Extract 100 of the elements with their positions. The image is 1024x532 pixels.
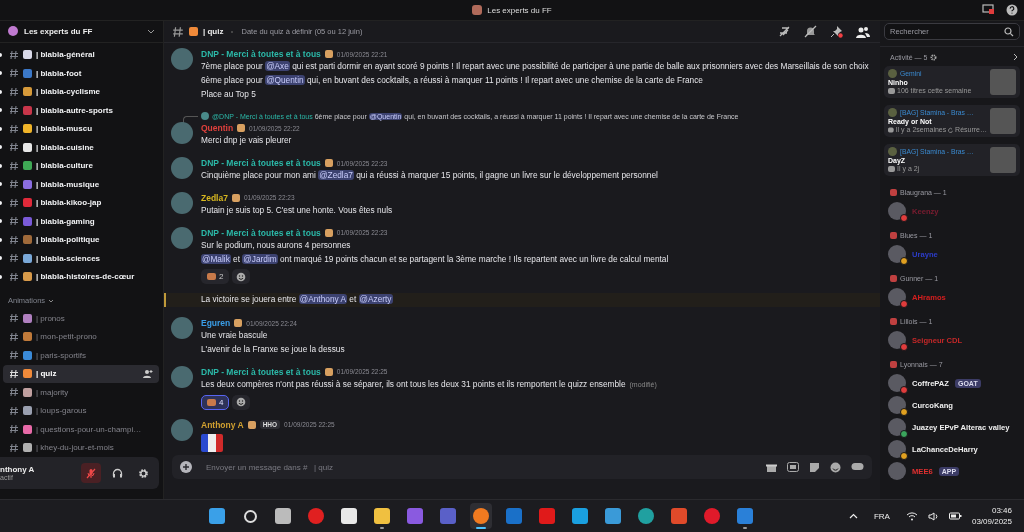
server-header[interactable]: Les experts du FF (0, 21, 163, 43)
user-mention[interactable]: @Axe (265, 61, 290, 71)
chevron-up-icon[interactable] (848, 513, 858, 519)
channel-item[interactable]: | blabla-sciences (0, 249, 159, 268)
channel-item[interactable]: | majority (0, 383, 159, 402)
role-icon (324, 228, 333, 237)
user-mention[interactable]: @Jardim (242, 253, 278, 264)
role-icon (324, 159, 333, 168)
role-icon (890, 318, 897, 325)
settings-icon[interactable] (930, 53, 938, 61)
channel-item[interactable]: | blabla-foot (0, 64, 159, 83)
hash-icon (9, 331, 19, 342)
add-member-icon[interactable] (143, 369, 153, 379)
channel-item[interactable]: | blabla-gaming (0, 212, 159, 231)
message-input[interactable]: Envoyer un message dans # | quiz (202, 462, 756, 472)
hash-icon (9, 442, 19, 453)
user-mention[interactable]: @Quentin (265, 74, 305, 85)
taskbar-app-button[interactable] (470, 503, 492, 529)
channel-item[interactable]: | blabla-général (0, 45, 159, 65)
avatar[interactable] (171, 157, 193, 180)
channel-item[interactable]: | pronos (0, 309, 159, 328)
author-name[interactable]: Anthony A (201, 419, 244, 430)
author-name[interactable]: Zedla7 (201, 193, 228, 203)
channel-item[interactable]: | blabla-histoires-de-cœur (0, 267, 159, 287)
hash-icon (9, 160, 19, 171)
hash-icon (9, 105, 19, 116)
members-icon[interactable] (856, 25, 870, 38)
hash-icon (9, 313, 19, 324)
gif-icon[interactable] (787, 462, 799, 472)
help-icon[interactable] (1006, 4, 1018, 16)
channel-item[interactable]: | questions-pour-un-champi… (0, 420, 159, 439)
channel-item[interactable]: | blabla-cuisine (0, 138, 159, 157)
avatar[interactable] (171, 317, 193, 340)
channel-item[interactable]: | blabla-muscu (0, 119, 159, 139)
channel-item[interactable]: | mon-petit-prono (0, 327, 159, 347)
author-name[interactable]: Eguren (201, 318, 231, 329)
speaker-icon[interactable] (927, 511, 939, 521)
avatar[interactable] (171, 192, 193, 214)
channel-item[interactable]: | blabla-culture (0, 156, 159, 176)
hash-icon (9, 49, 19, 60)
settings-icon (137, 467, 149, 479)
battery-icon[interactable] (948, 512, 962, 520)
message-text: Place au Top 5 (201, 87, 257, 101)
reaction-button[interactable]: 4 (201, 394, 230, 410)
channel-item[interactable]: | blabla-cyclisme (0, 82, 159, 102)
message-text: 6ème place pour @Quentin qui, en buvant des cocktails, a réussi à marquer 11 points ! Il repart avec une chemise de la carte de France (201, 73, 704, 87)
message-text: Une vraie bascule (201, 329, 269, 343)
app-icon (440, 508, 456, 524)
user-mention[interactable]: @Zedla7 (318, 170, 354, 181)
sticker-icon[interactable] (809, 461, 820, 473)
user-mention[interactable]: @Malik (201, 253, 231, 264)
app-icon (671, 508, 687, 524)
channel-item[interactable]: | loups-garous (0, 401, 159, 421)
app-icon (539, 508, 555, 524)
threads-icon[interactable] (778, 25, 791, 38)
cover-art-placeholder (990, 147, 1016, 173)
avatar (888, 147, 897, 156)
avatar[interactable] (171, 122, 193, 145)
channel-item[interactable]: | blabla-autre-sports (0, 101, 159, 120)
message-text: Cinquième place pour mon ami @Zedla7 qui a réussi à marquer 15 points, il gagne un livre sur le développement personnel (201, 169, 659, 183)
window-title: Les experts du FF (487, 5, 552, 15)
reaction-button[interactable]: 2 (201, 269, 230, 285)
search-icon (1004, 27, 1014, 37)
channel-item[interactable]: | blabla-politique (0, 230, 159, 250)
app-icon (506, 508, 522, 524)
channel-item[interactable]: | khey-du-jour-et-mois (0, 438, 159, 458)
author-name[interactable]: DNP - Merci à toutes et à tous (201, 227, 321, 238)
avatar[interactable] (171, 226, 193, 249)
user-mention[interactable]: @Azerty (358, 294, 393, 305)
avatar[interactable] (171, 48, 193, 70)
author-name[interactable]: Quentin (201, 123, 234, 134)
channel-item[interactable]: | paris-sportifs (0, 346, 159, 365)
bell-muted-icon[interactable] (804, 25, 817, 38)
emoji-icon[interactable] (830, 461, 841, 473)
channel-item[interactable]: | blabla-musique (0, 175, 159, 194)
user-mention[interactable]: @Anthony A (298, 294, 348, 305)
hash-icon (9, 271, 19, 282)
avatar[interactable] (171, 365, 193, 388)
gamepad-icon[interactable] (851, 462, 864, 472)
add-reaction-button[interactable] (232, 394, 251, 410)
clock[interactable]: 03:46 03/09/2025 (971, 506, 1012, 526)
role-icon (237, 124, 246, 133)
language-indicator[interactable]: FRA (873, 511, 890, 521)
wifi-icon[interactable] (905, 511, 918, 521)
message-text: Putain je suis top 5. C'est une honte. Vous êtes nuls (201, 204, 394, 217)
microphone-button[interactable] (81, 463, 101, 484)
monitor-icon[interactable] (982, 4, 994, 15)
hash-icon (9, 179, 19, 190)
avatar[interactable] (171, 418, 193, 441)
add-reaction-button[interactable] (232, 269, 251, 285)
message-field[interactable]: Envoyer un message dans # | quiz (172, 455, 872, 479)
channel-item[interactable]: | quiz (3, 364, 159, 384)
chevron-right-icon[interactable] (1013, 53, 1018, 61)
author-name[interactable]: DNP - Merci à toutes et à tous (201, 366, 321, 377)
microphone-icon (86, 467, 96, 479)
add-icon[interactable] (180, 461, 192, 473)
author-name[interactable]: DNP - Merci à toutes et à tous (201, 49, 321, 59)
channel-item[interactable]: | blabla-kikoo-jap (0, 193, 159, 213)
author-name[interactable]: DNP - Merci à toutes et à tous (201, 158, 321, 169)
pin-icon[interactable] (830, 25, 843, 38)
